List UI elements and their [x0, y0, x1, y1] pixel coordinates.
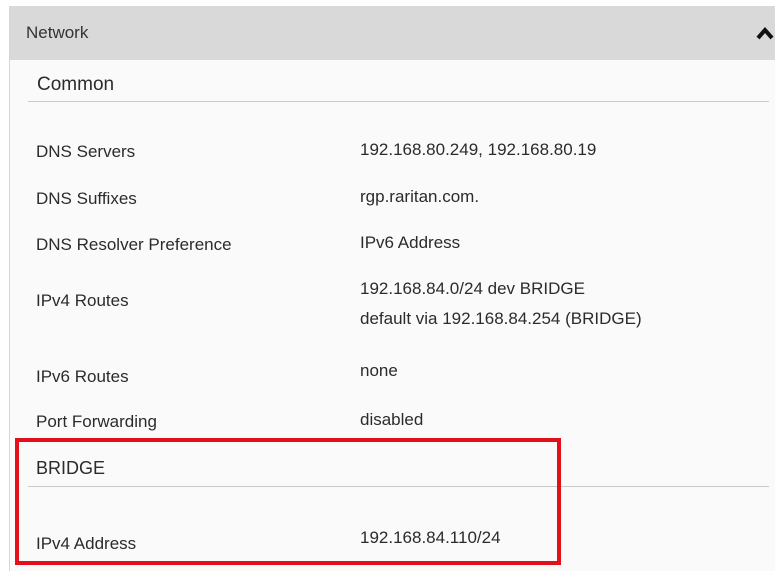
label-port-forwarding: Port Forwarding [36, 412, 157, 431]
value-dns-servers: 192.168.80.249, 192.168.80.19 [360, 140, 597, 159]
section-divider [28, 486, 769, 487]
network-panel-header[interactable]: Network [10, 6, 775, 60]
network-panel: Network Common DNS Servers 192.168.80.24… [9, 6, 775, 571]
label-ipv4-routes: IPv4 Routes [36, 291, 129, 310]
section-divider [28, 101, 769, 102]
value-port-forwarding: disabled [360, 410, 424, 429]
label-dns-resolver-preference: DNS Resolver Preference [36, 235, 232, 254]
panel-title: Network [26, 23, 89, 42]
value-ipv4-routes-line2: default via 192.168.84.254 (BRIDGE) [360, 309, 642, 328]
value-ipv6-routes: none [360, 361, 398, 380]
label-ipv6-routes: IPv6 Routes [36, 367, 129, 386]
value-dns-resolver-preference: IPv6 Address [360, 233, 461, 252]
label-ipv4-address: IPv4 Address [36, 534, 137, 553]
value-ipv4-routes-line1: 192.168.84.0/24 dev BRIDGE [360, 279, 585, 298]
label-dns-suffixes: DNS Suffixes [36, 189, 137, 208]
value-ipv4-address: 192.168.84.110/24 [360, 528, 501, 547]
section-title-bridge: BRIDGE [36, 458, 106, 478]
value-dns-suffixes: rgp.raritan.com. [360, 187, 480, 206]
section-title-common: Common [37, 74, 115, 95]
chevron-up-icon[interactable] [756, 26, 774, 40]
label-dns-servers: DNS Servers [36, 142, 136, 161]
